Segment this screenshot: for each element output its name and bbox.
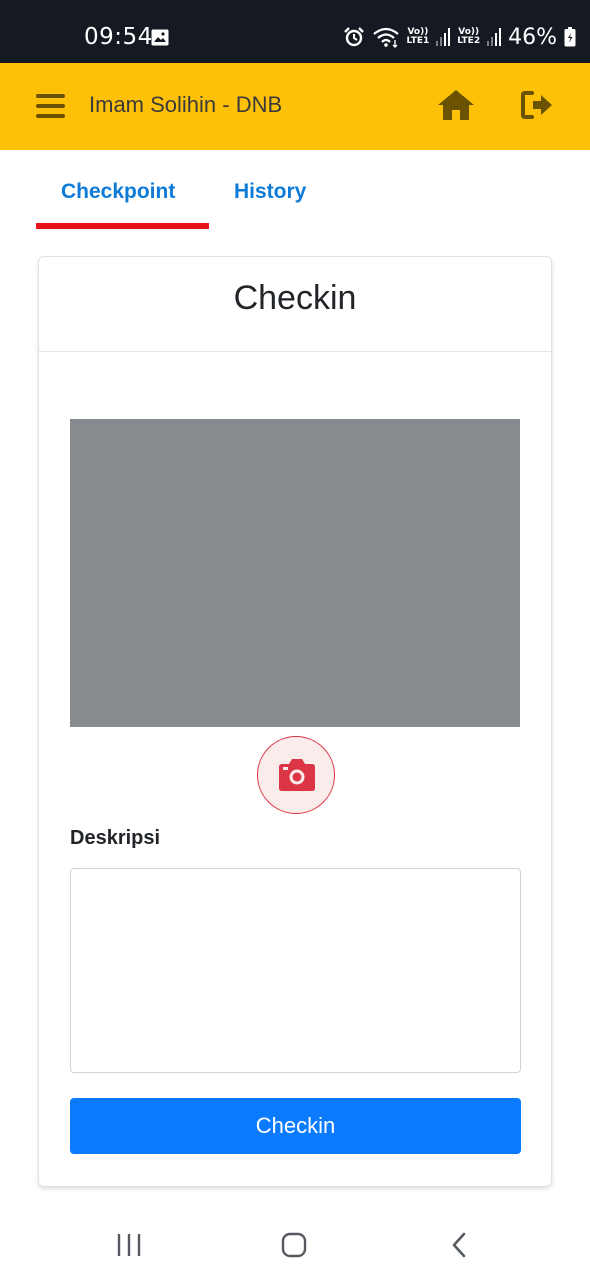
home-icon[interactable] (437, 88, 475, 122)
signal-icon (487, 28, 502, 46)
tab-checkpoint[interactable]: Checkpoint (61, 180, 175, 204)
sim2-indicator: Vo)) LTE2 (457, 28, 480, 46)
signal-icon (436, 28, 451, 46)
active-tab-indicator (36, 223, 209, 229)
system-nav-bar (0, 1208, 590, 1280)
battery-icon (564, 27, 576, 47)
gallery-icon (151, 29, 169, 46)
description-label: Deskripsi (70, 827, 161, 849)
camera-button[interactable] (257, 736, 335, 814)
app-bar: Imam Solihin - DNB (0, 63, 590, 150)
sim1-lte-label: LTE1 (406, 36, 430, 46)
status-time: 09:54 (84, 24, 153, 50)
home-nav-icon[interactable] (281, 1232, 307, 1258)
app-title: Imam Solihin - DNB (89, 92, 283, 117)
wifi-icon (372, 27, 399, 48)
tab-history[interactable]: History (234, 180, 306, 204)
tab-bar: Checkpoint History (0, 150, 590, 235)
checkin-card: Checkin Deskripsi Checkin (38, 256, 552, 1187)
status-icons: Vo)) LTE1 Vo)) LTE2 46% (343, 22, 577, 52)
battery-percent: 46% (508, 24, 557, 50)
back-icon[interactable] (450, 1232, 468, 1258)
status-bar: 09:54 Vo)) LTE1 Vo)) LTE2 46% (0, 0, 590, 63)
photo-preview (70, 419, 520, 727)
camera-icon (279, 759, 315, 791)
card-header: Checkin (39, 257, 551, 352)
card-title: Checkin (233, 279, 357, 317)
logout-icon[interactable] (520, 90, 554, 120)
checkin-submit-button[interactable]: Checkin (70, 1098, 521, 1154)
description-textarea[interactable] (70, 868, 521, 1073)
alarm-icon (343, 27, 364, 47)
sim2-lte-label: LTE2 (457, 36, 481, 46)
hamburger-menu-icon[interactable] (36, 94, 65, 118)
sim1-indicator: Vo)) LTE1 (407, 28, 430, 46)
recent-apps-icon[interactable] (116, 1232, 142, 1258)
